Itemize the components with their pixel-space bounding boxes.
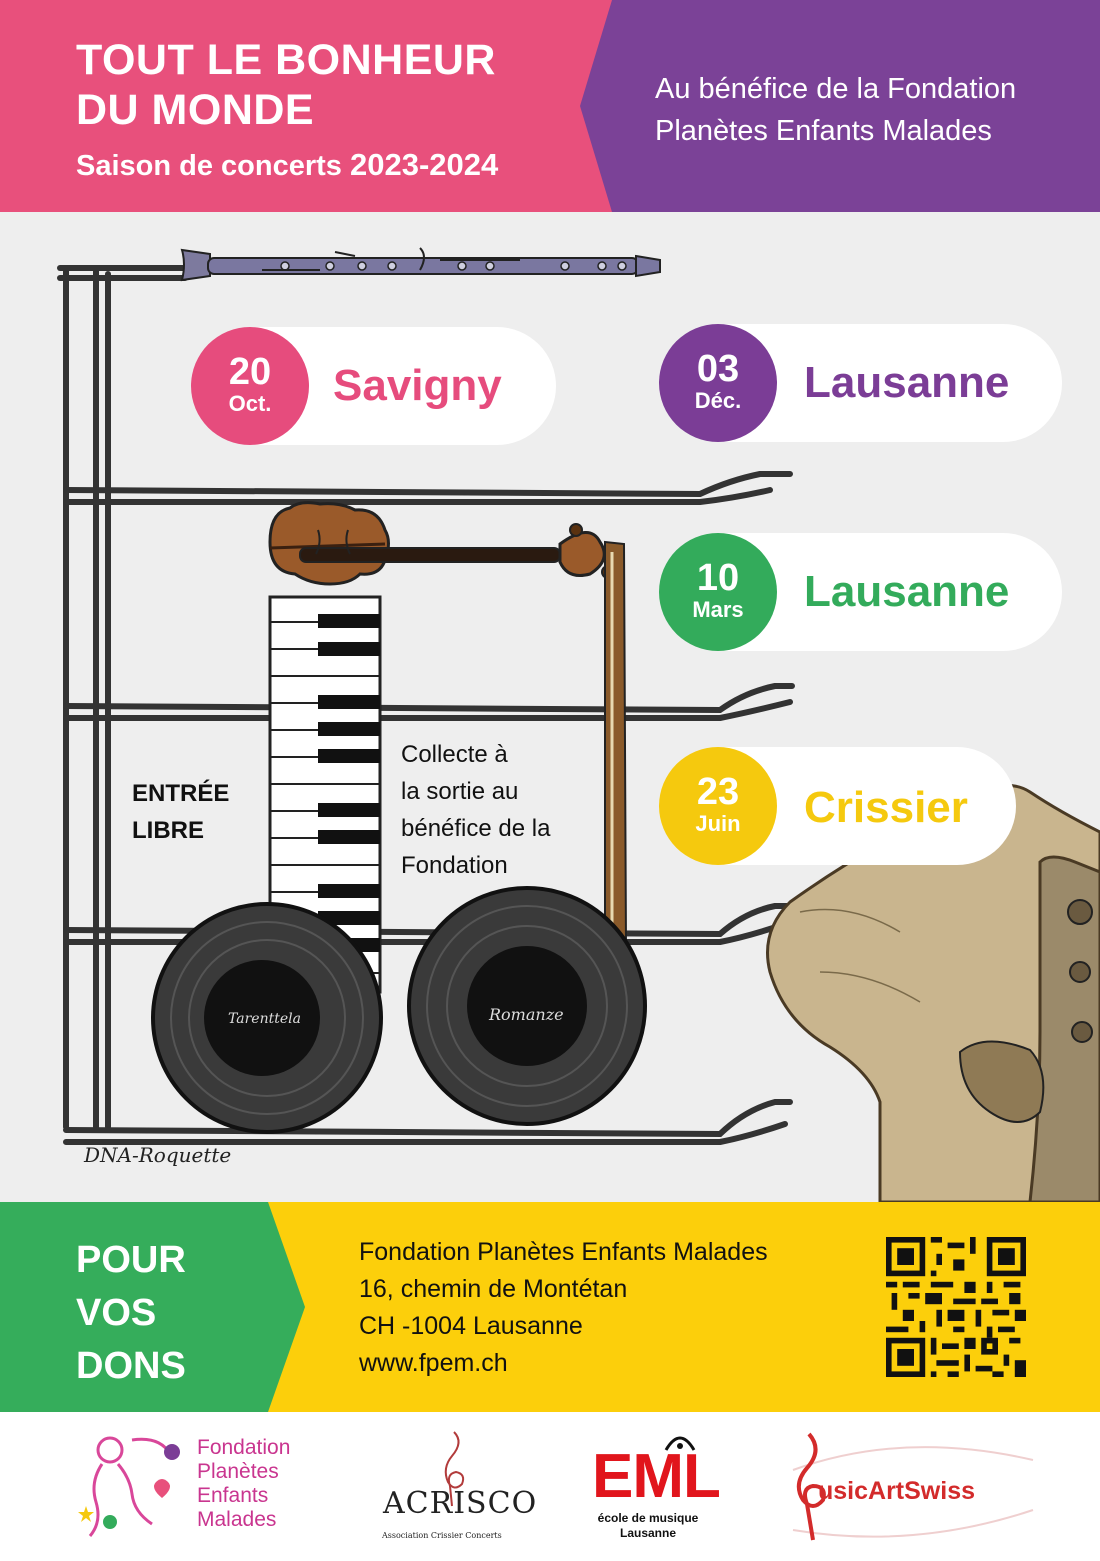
eml-subtitle: école de musique Lausanne bbox=[589, 1511, 707, 1541]
collection-line-2: la sortie au bbox=[401, 778, 519, 805]
musicartswiss-logo-text: usicArtSwiss bbox=[818, 1477, 976, 1505]
free-entry-text: ENTRÉE LIBRE bbox=[132, 775, 229, 849]
fpem-line-4: Malades bbox=[197, 1508, 277, 1531]
record-label-right: Romanze bbox=[489, 1005, 564, 1024]
acrisco-subtitle: Association Crissier Concerts bbox=[382, 1531, 502, 1540]
record-label-left: Tarenttela bbox=[228, 1011, 301, 1027]
concert-date-badge: 23 Juin bbox=[659, 747, 777, 865]
concert-day: 03 bbox=[696, 348, 740, 390]
fpem-line-2: Planètes bbox=[197, 1460, 279, 1483]
concert-day: 10 bbox=[696, 557, 740, 599]
eml-logo-text: EML bbox=[592, 1442, 721, 1511]
concert-city: Crissier bbox=[804, 783, 968, 832]
concert-month: Oct. bbox=[228, 391, 272, 416]
eml-sub-line-1: école de musique bbox=[597, 1511, 699, 1525]
collection-line-4: Fondation bbox=[401, 852, 508, 879]
season-subtitle: Saison de concerts 2023-2024 bbox=[76, 147, 498, 183]
concert-month: Mars bbox=[692, 597, 744, 622]
fpem-logo-icon bbox=[78, 1436, 180, 1537]
concert-city: Lausanne bbox=[804, 358, 1010, 407]
collection-text: Collecte à la sortie au bénéfice de la F… bbox=[401, 736, 611, 884]
eml-sub-line-2: Lausanne bbox=[619, 1526, 676, 1540]
concert-month: Déc. bbox=[694, 388, 742, 413]
acrisco-logo-text: ACRISCO bbox=[383, 1486, 538, 1521]
poster-title: TOUT LE BONHEUR DU MONDE bbox=[76, 35, 496, 135]
season-text: Saison de concerts bbox=[76, 150, 350, 182]
concert-month: Juin bbox=[695, 811, 741, 836]
free-entry-line-1: ENTRÉE bbox=[132, 780, 230, 807]
fpem-line-3: Enfants bbox=[197, 1484, 269, 1507]
fpem-line-1: Fondation bbox=[197, 1436, 291, 1459]
address-line-2: 16, chemin de Montétan bbox=[359, 1275, 628, 1303]
donation-heading: POUR VOS DONS bbox=[76, 1234, 186, 1393]
season-years: 2023-2024 bbox=[350, 147, 499, 182]
website-link[interactable]: www.fpem.ch bbox=[359, 1345, 768, 1382]
violin-icon bbox=[268, 501, 615, 586]
donation-heading-line-1: POUR bbox=[76, 1239, 186, 1281]
address-line-3: CH -1004 Lausanne bbox=[359, 1312, 583, 1340]
donation-heading-line-3: DONS bbox=[76, 1345, 186, 1387]
collection-line-1: Collecte à bbox=[401, 741, 508, 768]
concert-day: 20 bbox=[228, 351, 272, 393]
collection-line-3: bénéfice de la bbox=[401, 815, 551, 842]
concert-date-badge: 20 Oct. bbox=[191, 327, 309, 445]
concert-date-badge: 03 Déc. bbox=[659, 324, 777, 442]
title-line-2: DU MONDE bbox=[76, 86, 315, 134]
benefit-line-2: Planètes Enfants Malades bbox=[655, 115, 992, 147]
benefit-text: Au bénéfice de la Fondation Planètes Enf… bbox=[655, 68, 1016, 152]
address-line-1: Fondation Planètes Enfants Malades bbox=[359, 1238, 768, 1266]
concert-city: Savigny bbox=[333, 361, 502, 410]
fpem-logo-text: Fondation Planètes Enfants Malades bbox=[197, 1436, 290, 1532]
artist-signature: DNA-Roquette bbox=[84, 1143, 232, 1167]
concert-day: 23 bbox=[696, 771, 740, 813]
qr-code[interactable] bbox=[886, 1237, 1026, 1377]
title-line-1: TOUT LE BONHEUR bbox=[76, 36, 496, 84]
donation-heading-line-2: VOS bbox=[76, 1292, 157, 1334]
free-entry-line-2: LIBRE bbox=[132, 817, 204, 844]
clarinet-icon bbox=[180, 247, 661, 282]
concert-city: Lausanne bbox=[804, 567, 1010, 616]
concert-date-badge: 10 Mars bbox=[659, 533, 777, 651]
benefit-line-1: Au bénéfice de la Fondation bbox=[655, 73, 1017, 105]
donation-address: Fondation Planètes Enfants Malades 16, c… bbox=[359, 1234, 768, 1382]
